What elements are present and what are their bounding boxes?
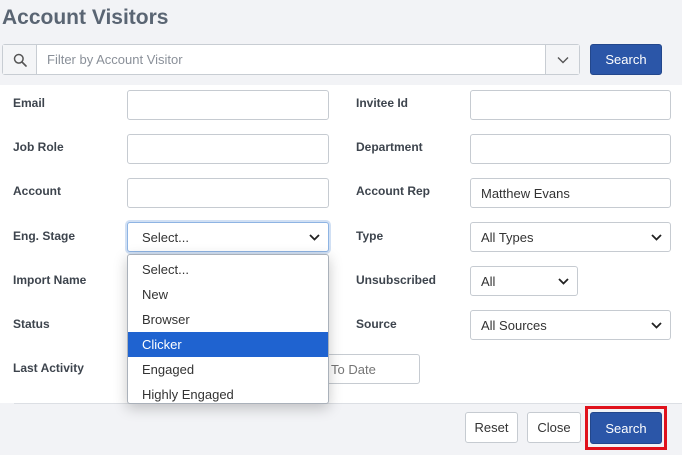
eng-stage-option[interactable]: Highly Engaged	[128, 382, 328, 407]
unsubscribed-select[interactable]: All	[470, 266, 578, 296]
department-label: Department	[356, 140, 423, 154]
account-rep-value: Matthew Evans	[481, 185, 570, 201]
eng-stage-value: Select...	[142, 229, 189, 245]
account-rep-field[interactable]: Matthew Evans	[470, 178, 671, 208]
last-activity-label: Last Activity	[13, 361, 84, 375]
eng-stage-option[interactable]: New	[128, 282, 328, 307]
chevron-down-icon[interactable]	[545, 45, 579, 74]
type-label: Type	[356, 229, 384, 243]
status-label: Status	[13, 317, 50, 331]
search-button[interactable]: Search	[590, 412, 662, 444]
account-rep-label: Account Rep	[356, 184, 431, 198]
reset-button[interactable]: Reset	[465, 412, 518, 443]
unsubscribed-value: All	[481, 273, 496, 289]
eng-stage-select[interactable]: Select...	[127, 222, 329, 252]
source-select[interactable]: All Sources	[470, 310, 671, 340]
import-name-label: Import Name	[13, 273, 87, 287]
account-label: Account	[13, 184, 61, 198]
close-button[interactable]: Close	[527, 412, 581, 443]
eng-stage-option-selected[interactable]: Clicker	[128, 332, 328, 357]
job-role-label: Job Role	[13, 140, 64, 154]
filter-input[interactable]	[37, 45, 545, 74]
chevron-down-icon	[309, 233, 320, 241]
eng-stage-option[interactable]: Select...	[128, 257, 328, 282]
invitee-id-field[interactable]	[470, 90, 671, 120]
form-footer	[14, 403, 682, 455]
department-field[interactable]	[470, 134, 671, 164]
filter-bar	[2, 44, 580, 75]
eng-stage-label: Eng. Stage	[13, 229, 76, 243]
eng-stage-option[interactable]: Browser	[128, 307, 328, 332]
eng-stage-dropdown: Select... New Browser Clicker Engaged Hi…	[127, 254, 329, 404]
chevron-down-icon	[651, 321, 662, 329]
type-select[interactable]: All Types	[470, 222, 671, 252]
chevron-down-icon	[651, 233, 662, 241]
chevron-down-icon	[558, 277, 569, 285]
email-field[interactable]	[127, 90, 329, 120]
type-value: All Types	[481, 229, 534, 245]
unsubscribed-label: Unsubscribed	[356, 273, 437, 287]
email-label: Email	[13, 96, 46, 110]
source-value: All Sources	[481, 317, 547, 333]
invitee-id-label: Invitee Id	[356, 96, 409, 110]
page-title: Account Visitors	[2, 6, 169, 29]
eng-stage-option[interactable]: Engaged	[128, 357, 328, 382]
filter-search-button[interactable]: Search	[590, 44, 662, 75]
to-date-field[interactable]	[320, 354, 420, 384]
account-field[interactable]	[127, 178, 329, 208]
search-icon	[3, 45, 37, 74]
job-role-field[interactable]	[127, 134, 329, 164]
source-label: Source	[356, 317, 397, 331]
